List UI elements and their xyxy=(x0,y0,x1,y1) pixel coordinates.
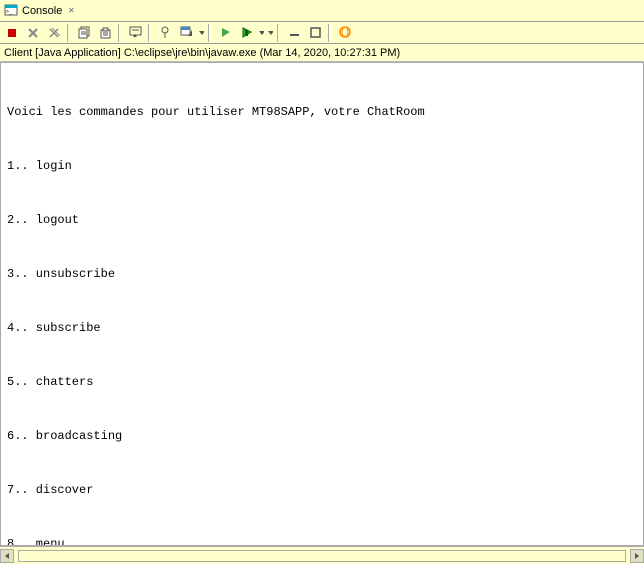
remove-terminated-button[interactable] xyxy=(44,24,64,42)
separator-2 xyxy=(118,24,122,42)
svg-text:>_: >_ xyxy=(6,9,13,15)
horizontal-scrollbar[interactable] xyxy=(18,550,626,562)
stop-button[interactable] xyxy=(2,24,22,42)
separator-5 xyxy=(277,24,281,42)
pin-console-button[interactable] xyxy=(155,24,175,42)
open-console-button[interactable] xyxy=(176,24,196,42)
separator-3 xyxy=(148,24,152,42)
separator-6 xyxy=(328,24,332,42)
close-button[interactable]: ✕ xyxy=(66,5,76,17)
paste-button[interactable] xyxy=(95,24,115,42)
info-bar: Client [Java Application] C:\eclipse\jre… xyxy=(0,44,644,62)
cmd-7: 7.. discover xyxy=(7,481,637,499)
toolbar xyxy=(0,22,644,44)
console-tab-icon: >_ xyxy=(4,4,18,18)
cmd-6: 6.. broadcasting xyxy=(7,427,637,445)
bottom-scrollbar xyxy=(0,546,644,564)
run-button[interactable] xyxy=(215,24,235,42)
debug-last-arrow[interactable] xyxy=(266,24,274,42)
console-area[interactable]: Voici les commandes pour utiliser MT98SA… xyxy=(0,62,644,546)
client-info: Client [Java Application] C:\eclipse\jre… xyxy=(4,47,400,59)
scroll-right-arrow[interactable] xyxy=(630,549,644,563)
window-title: Console xyxy=(22,5,62,17)
eclipse-logo xyxy=(335,24,355,42)
minimize-button[interactable] xyxy=(284,24,304,42)
cmd-4: 4.. subscribe xyxy=(7,319,637,337)
debug-button[interactable] xyxy=(236,24,256,42)
scroll-lock-button[interactable] xyxy=(125,24,145,42)
run-last-arrow[interactable] xyxy=(257,24,265,42)
cmd-1: 1.. login xyxy=(7,157,637,175)
cmd-8: 8.. menu xyxy=(7,535,637,546)
title-bar: >_ Console ✕ xyxy=(0,0,644,22)
console-output: Voici les commandes pour utiliser MT98SA… xyxy=(7,67,637,546)
cmd-2: 2.. logout xyxy=(7,211,637,229)
separator-4 xyxy=(208,24,212,42)
open-console-arrow[interactable] xyxy=(197,24,205,42)
intro-line: Voici les commandes pour utiliser MT98SA… xyxy=(7,103,637,121)
scroll-left-arrow[interactable] xyxy=(0,549,14,563)
separator-1 xyxy=(67,24,71,42)
terminate-button[interactable] xyxy=(23,24,43,42)
maximize-button[interactable] xyxy=(305,24,325,42)
cmd-3: 3.. unsubscribe xyxy=(7,265,637,283)
cmd-5: 5.. chatters xyxy=(7,373,637,391)
copy-button[interactable] xyxy=(74,24,94,42)
title-bar-left: >_ Console ✕ xyxy=(4,4,640,18)
